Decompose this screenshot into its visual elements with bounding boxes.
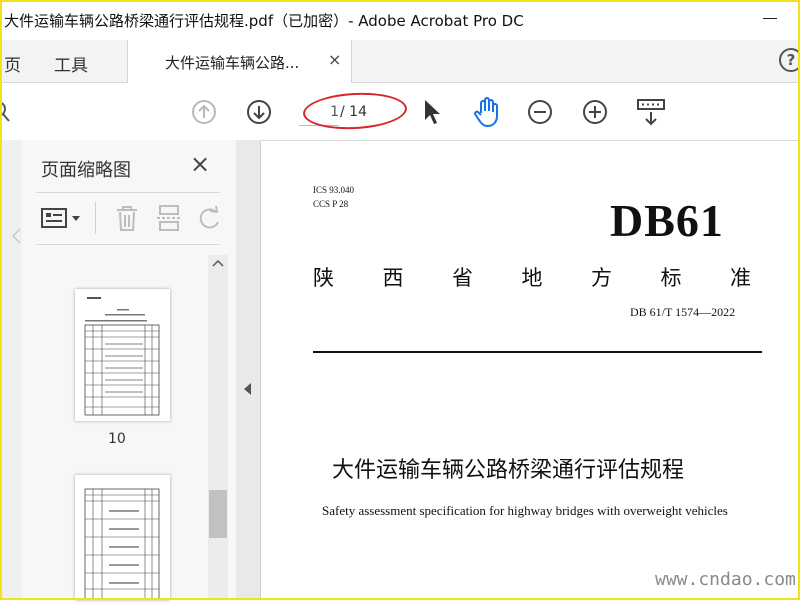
minimize-icon [763, 18, 777, 19]
toolbar-divider [95, 202, 96, 234]
help-button[interactable]: ? [779, 48, 800, 72]
document-title-en: Safety assessment specification for high… [322, 503, 728, 518]
delete-page-icon[interactable] [114, 204, 140, 232]
standard-type: 陕 西 省 地 方 标 准 [313, 262, 751, 292]
thumbnail-options-icon[interactable] [40, 206, 86, 230]
menu-tab-row: 页 工具 [0, 40, 800, 83]
standard-type-char: 陕 [313, 266, 334, 290]
document-tab-label: 大件运输车辆公路... [165, 54, 300, 72]
panel-divider [36, 192, 220, 193]
navigation-strip [0, 140, 23, 600]
ics-code-block: ICS 93.040 CCS P 28 [313, 183, 354, 211]
scrollbar-thumb[interactable] [209, 490, 227, 538]
scroll-mode-icon[interactable] [636, 98, 666, 128]
page-thumbnail-11[interactable] [75, 475, 170, 601]
previous-page-icon[interactable] [191, 99, 217, 125]
standard-type-char: 地 [521, 266, 543, 290]
select-arrow-icon[interactable] [422, 98, 442, 126]
standard-type-char: 标 [660, 266, 682, 290]
standard-type-char: 准 [730, 266, 751, 290]
page-thumbnail-10[interactable] [75, 289, 170, 421]
ccs-code: CCS P 28 [313, 199, 349, 209]
thumbnail-table-preview-2 [84, 488, 160, 601]
standard-type-char: 省 [452, 266, 473, 290]
watermark: www.cndao.com [655, 569, 796, 590]
menu-home[interactable]: 页 [4, 51, 21, 76]
panel-close-icon[interactable]: × [190, 150, 210, 178]
next-page-icon[interactable] [246, 99, 272, 125]
standard-code: DB61 [610, 195, 724, 246]
header-rule [313, 351, 762, 353]
panel-divider-2 [36, 244, 220, 245]
panel-pointer-icon [12, 228, 21, 244]
document-title-cn: 大件运输车辆公路桥梁通行评估规程 [332, 458, 685, 483]
collapse-panel-icon[interactable] [243, 382, 253, 396]
rotate-page-icon[interactable] [196, 204, 222, 232]
tab-close-icon[interactable]: × [328, 50, 341, 69]
hand-tool-icon[interactable] [472, 96, 502, 128]
document-tab[interactable]: 大件运输车辆公路... × [127, 40, 352, 83]
panel-collapse-bar[interactable] [236, 140, 260, 600]
minimize-button[interactable] [760, 8, 780, 28]
title-bar: 大件运输车辆公路桥梁通行评估规程.pdf（已加密）- Adobe Acrobat… [0, 0, 800, 41]
standard-type-char: 西 [382, 266, 404, 290]
menu-tools[interactable]: 工具 [54, 51, 88, 76]
zoom-in-icon[interactable] [582, 99, 608, 125]
thumbnail-scrollbar[interactable] [208, 255, 228, 600]
ics-code: ICS 93.040 [313, 185, 355, 195]
thumbnail-page-number: 10 [108, 431, 126, 447]
search-icon[interactable] [0, 100, 12, 126]
standard-number: DB 61/T 1574—2022 [630, 305, 736, 319]
thumbnail-table-preview [84, 297, 160, 416]
extract-page-icon[interactable] [156, 204, 182, 232]
panel-title: 页面缩略图 [41, 160, 131, 181]
standard-type-char: 方 [591, 266, 612, 290]
scroll-up-icon[interactable] [212, 258, 224, 268]
zoom-out-icon[interactable] [527, 99, 553, 125]
window-title: 大件运输车辆公路桥梁通行评估规程.pdf（已加密）- Adobe Acrobat… [4, 12, 524, 30]
